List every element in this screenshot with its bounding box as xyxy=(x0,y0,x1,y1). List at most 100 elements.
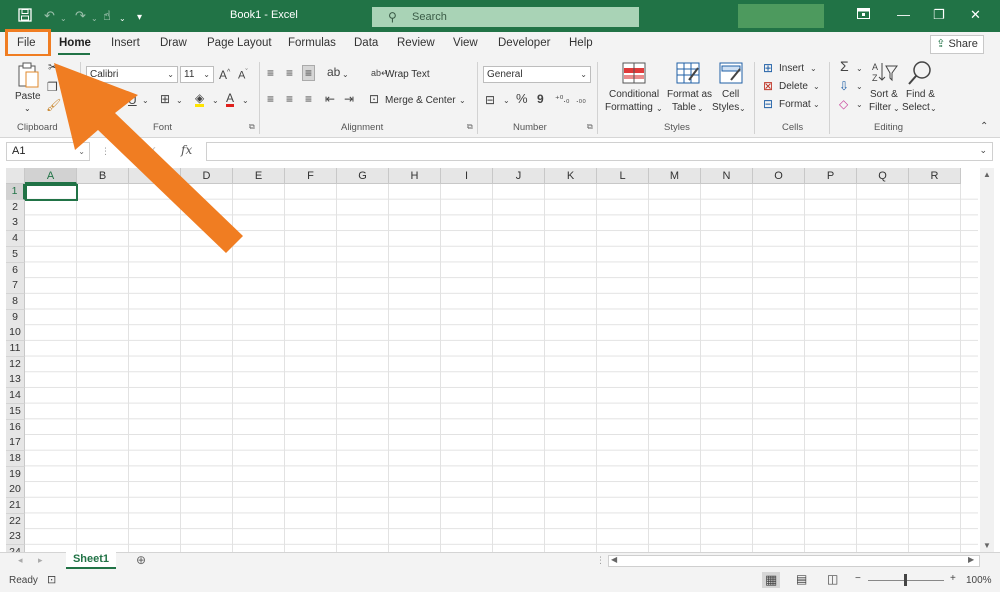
page-layout-view-icon[interactable]: ▤ xyxy=(796,572,807,586)
underline-icon[interactable]: U xyxy=(128,93,137,107)
tab-developer[interactable]: Developer xyxy=(498,37,550,49)
column-header-l[interactable]: L xyxy=(597,168,649,184)
macro-record-icon[interactable]: ⊡ xyxy=(47,573,56,586)
fill-color-dropdown-icon[interactable]: ⌄ xyxy=(212,94,219,108)
merge-center-icon[interactable]: ⊡ xyxy=(369,92,379,106)
clear-dropdown-icon[interactable]: ⌄ xyxy=(856,98,863,112)
sort-filter-label-1[interactable]: Sort & xyxy=(870,88,898,101)
insert-function-icon[interactable]: fx xyxy=(181,143,192,157)
column-header-b[interactable]: B xyxy=(77,168,129,184)
sheet-tab-sheet1[interactable]: Sheet1 xyxy=(66,552,116,569)
delete-cells-icon[interactable]: ⊠ xyxy=(763,79,773,93)
page-break-view-icon[interactable]: ◫ xyxy=(827,572,838,586)
row-header-15[interactable]: 15 xyxy=(6,403,25,420)
active-cell-a1[interactable] xyxy=(25,184,78,201)
tab-view[interactable]: View xyxy=(453,37,478,49)
delete-cells-button[interactable]: Delete xyxy=(779,80,808,93)
cell-styles-label-2[interactable]: Styles xyxy=(712,101,739,114)
row-header-16[interactable]: 16 xyxy=(6,419,25,436)
number-launcher-icon[interactable]: ⧉ xyxy=(587,122,593,132)
wrap-text-button[interactable]: Wrap Text xyxy=(385,68,430,81)
tab-home[interactable]: Home xyxy=(59,37,91,49)
row-header-19[interactable]: 19 xyxy=(6,466,25,483)
column-header-i[interactable]: I xyxy=(441,168,493,184)
column-header-o[interactable]: O xyxy=(753,168,805,184)
column-header-c[interactable]: C xyxy=(129,168,181,184)
font-size-select[interactable]: 11 ⌄ xyxy=(180,66,214,83)
cancel-entry-icon[interactable]: ✕ xyxy=(120,144,129,157)
column-header-r[interactable]: R xyxy=(909,168,961,184)
share-button[interactable]: ⇪ Share xyxy=(930,35,984,54)
row-header-18[interactable]: 18 xyxy=(6,450,25,467)
sort-filter-icon[interactable]: AZ xyxy=(872,60,898,87)
touch-mode-icon[interactable]: ☝ xyxy=(103,8,111,24)
column-header-g[interactable]: G xyxy=(337,168,389,184)
cell-styles-icon[interactable] xyxy=(719,62,743,87)
prev-sheet-icon[interactable]: ◂ xyxy=(18,555,23,566)
scroll-right-icon[interactable]: ▶ xyxy=(968,555,974,564)
scroll-up-icon[interactable]: ▲ xyxy=(983,170,991,179)
tab-draw[interactable]: Draw xyxy=(160,37,187,49)
column-header-n[interactable]: N xyxy=(701,168,753,184)
row-header-13[interactable]: 13 xyxy=(6,372,25,389)
tab-data[interactable]: Data xyxy=(354,37,378,49)
undo-icon[interactable]: ↶ xyxy=(44,8,55,24)
redo-dropdown-icon[interactable]: ⌄ xyxy=(91,11,98,27)
zoom-slider-thumb[interactable] xyxy=(904,574,907,586)
fill-icon[interactable]: ⇩ xyxy=(839,79,849,93)
cut-icon[interactable]: ✂ xyxy=(48,60,58,74)
scroll-down-icon[interactable]: ▼ xyxy=(983,541,991,550)
merge-center-button[interactable]: Merge & Center xyxy=(385,94,456,107)
bold-icon[interactable]: B xyxy=(92,93,101,107)
delete-dropdown-icon[interactable]: ⌄ xyxy=(813,80,820,94)
format-painter-icon[interactable]: 🖌 xyxy=(46,98,61,112)
column-header-m[interactable]: M xyxy=(649,168,701,184)
conditional-formatting-icon[interactable] xyxy=(622,62,646,87)
decrease-decimal-icon[interactable]: .₀₀ xyxy=(576,92,586,106)
fill-color-icon[interactable]: ◈ xyxy=(195,92,205,107)
redo-icon[interactable]: ↷ xyxy=(75,8,86,24)
conditional-formatting-label-1[interactable]: Conditional xyxy=(609,88,659,101)
accounting-format-icon[interactable]: ⊟ xyxy=(485,93,495,107)
select-all-corner[interactable] xyxy=(6,168,25,184)
row-header-17[interactable]: 17 xyxy=(6,435,25,452)
zoom-level[interactable]: 100% xyxy=(966,575,992,586)
middle-align-icon[interactable]: ≡ xyxy=(286,66,293,80)
format-cells-icon[interactable]: ⊟ xyxy=(763,97,773,111)
row-header-1[interactable]: 1 xyxy=(6,184,25,200)
align-left-icon[interactable]: ≡ xyxy=(267,92,274,106)
align-right-icon[interactable]: ≡ xyxy=(305,92,312,106)
vertical-scrollbar[interactable]: ▲ ▼ xyxy=(980,168,994,552)
next-sheet-icon[interactable]: ▸ xyxy=(38,555,43,566)
font-color-dropdown-icon[interactable]: ⌄ xyxy=(242,94,249,108)
sort-filter-label-2[interactable]: Filter xyxy=(869,101,891,114)
row-header-20[interactable]: 20 xyxy=(6,482,25,499)
tab-split-handle-icon[interactable]: ⋮ xyxy=(596,555,605,566)
zoom-in-icon[interactable]: + xyxy=(950,573,956,584)
column-header-p[interactable]: P xyxy=(805,168,857,184)
column-header-f[interactable]: F xyxy=(285,168,337,184)
number-format-select[interactable]: General ⌄ xyxy=(483,66,591,83)
tab-formulas[interactable]: Formulas xyxy=(288,37,336,49)
row-header-23[interactable]: 23 xyxy=(6,529,25,546)
autosum-dropdown-icon[interactable]: ⌄ xyxy=(856,62,863,76)
cell-styles-dropdown-icon[interactable]: ⌄ xyxy=(739,102,746,116)
row-header-6[interactable]: 6 xyxy=(6,262,25,279)
horizontal-scrollbar[interactable]: ◀ xyxy=(608,555,980,567)
tab-insert[interactable]: Insert xyxy=(111,37,140,49)
row-header-3[interactable]: 3 xyxy=(6,215,25,232)
ribbon-display-icon[interactable] xyxy=(857,7,870,22)
find-select-dropdown-icon[interactable]: ⌄ xyxy=(930,102,937,116)
insert-cells-icon[interactable]: ⊞ xyxy=(763,61,773,75)
name-box[interactable]: A1 ⌄ xyxy=(6,142,90,161)
percent-icon[interactable]: % xyxy=(516,92,528,106)
column-header-d[interactable]: D xyxy=(181,168,233,184)
font-launcher-icon[interactable]: ⧉ xyxy=(249,122,255,132)
account-area[interactable] xyxy=(738,4,824,28)
merge-dropdown-icon[interactable]: ⌄ xyxy=(459,94,466,108)
find-select-label-1[interactable]: Find & xyxy=(906,88,935,101)
find-select-label-2[interactable]: Select xyxy=(902,101,930,114)
comma-style-icon[interactable]: 9 xyxy=(537,92,544,106)
column-header-h[interactable]: H xyxy=(389,168,441,184)
format-dropdown-icon[interactable]: ⌄ xyxy=(813,98,820,112)
